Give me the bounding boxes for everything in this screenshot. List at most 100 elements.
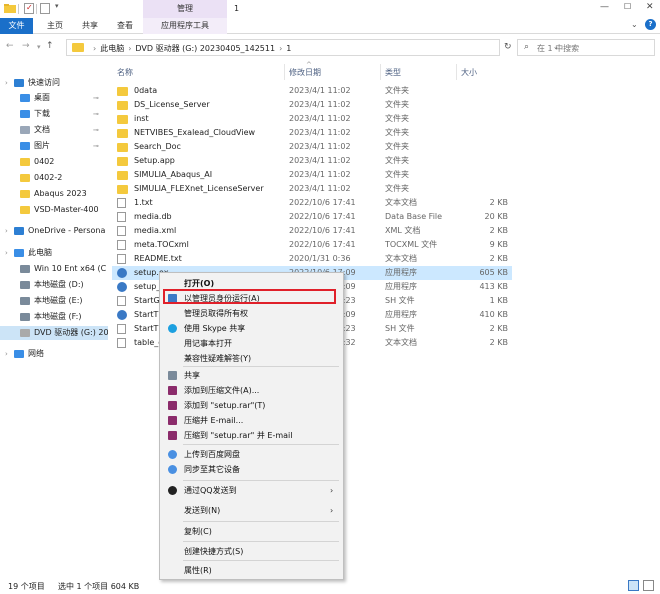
context-menu-item[interactable]: 复制(C): [160, 524, 343, 539]
pin-icon[interactable]: ⊸: [93, 91, 99, 105]
file-type: 应用程序: [385, 268, 417, 277]
pin-icon[interactable]: ⊸: [93, 107, 99, 121]
column-header-name[interactable]: 名称: [117, 67, 133, 78]
context-menu-item[interactable]: 上传到百度网盘: [160, 447, 343, 462]
details-view-icon[interactable]: [628, 580, 639, 591]
sidebar-item[interactable]: DVD 驱动器 (G:) 20: [0, 326, 108, 340]
file-icon: [117, 324, 126, 334]
column-divider[interactable]: [284, 64, 285, 80]
pin-icon[interactable]: ⊸: [93, 123, 99, 137]
chevron-down-icon[interactable]: ⌄: [631, 20, 638, 29]
chevron-right-icon[interactable]: ›: [5, 347, 8, 361]
address-bar[interactable]: › 此电脑 › DVD 驱动器 (G:) 20230405_142511 › 1 ⌄: [66, 39, 559, 56]
sidebar-item[interactable]: 图片 ⊸: [0, 139, 108, 153]
sidebar-item[interactable]: 0402-2: [0, 171, 108, 185]
tab-view[interactable]: 查看: [110, 18, 140, 34]
file-row[interactable]: inst 2023/4/1 11:02 文件夹: [112, 112, 512, 126]
pin-icon[interactable]: ⊸: [93, 139, 99, 153]
column-divider[interactable]: [456, 64, 457, 80]
back-arrow-icon[interactable]: ←: [6, 41, 14, 51]
file-name: 1.txt: [134, 198, 153, 207]
sidebar-item[interactable]: › 网络: [0, 347, 108, 361]
file-row[interactable]: SIMULIA_Abaqus_AI 2023/4/1 11:02 文件夹: [112, 168, 512, 182]
file-row[interactable]: DS_License_Server 2023/4/1 11:02 文件夹: [112, 98, 512, 112]
winrar-icon: [168, 416, 177, 425]
sidebar-item-label: Abaqus 2023: [34, 189, 87, 198]
context-menu-item[interactable]: 共享: [160, 368, 343, 383]
file-row[interactable]: meta.TOCxml 2022/10/6 17:41 TOCXML 文件 9 KB: [112, 238, 512, 252]
sidebar-item[interactable]: Win 10 Ent x64 (C: [0, 262, 108, 276]
breadcrumb-item[interactable]: DVD 驱动器 (G:) 20230405_142511: [135, 44, 275, 53]
drive-icon: [20, 297, 30, 305]
tab-file[interactable]: 文件: [0, 18, 33, 34]
breadcrumb-item[interactable]: 1: [286, 44, 291, 53]
context-menu-item[interactable]: 压缩并 E-mail...: [160, 413, 343, 428]
file-row[interactable]: README.txt 2020/1/31 0:36 文本文档 2 KB: [112, 252, 512, 266]
context-menu-item[interactable]: 同步至其它设备: [160, 462, 343, 477]
context-menu-item[interactable]: 发送到(N) ›: [160, 503, 343, 518]
large-icons-view-icon[interactable]: [643, 580, 654, 591]
sidebar-item[interactable]: › 快速访问: [0, 76, 108, 90]
context-menu-item[interactable]: 添加到压缩文件(A)...: [160, 383, 343, 398]
sidebar-item[interactable]: 本地磁盘 (D:): [0, 278, 108, 292]
forward-arrow-icon[interactable]: →: [22, 41, 30, 51]
column-header-size[interactable]: 大小: [461, 67, 477, 78]
file-icon: [117, 254, 126, 264]
file-row[interactable]: media.xml 2022/10/6 17:41 XML 文档 2 KB: [112, 224, 512, 238]
properties-icon[interactable]: [24, 3, 34, 14]
sidebar-item[interactable]: 文档 ⊸: [0, 123, 108, 137]
column-header-date[interactable]: 修改日期: [289, 67, 321, 78]
context-menu-item[interactable]: 用记事本打开: [160, 336, 343, 351]
sidebar-item[interactable]: › 此电脑: [0, 246, 108, 260]
maximize-icon[interactable]: ☐: [624, 2, 631, 11]
file-row[interactable]: Search_Doc 2023/4/1 11:02 文件夹: [112, 140, 512, 154]
quick-access-folder-icon[interactable]: [4, 3, 16, 14]
context-menu-item[interactable]: 使用 Skype 共享: [160, 321, 343, 336]
column-divider[interactable]: [380, 64, 381, 80]
new-folder-icon[interactable]: [40, 3, 50, 14]
file-row[interactable]: media.db 2022/10/6 17:41 Data Base File 20 …: [112, 210, 512, 224]
up-arrow-icon[interactable]: ↑: [46, 41, 54, 51]
sidebar-item[interactable]: 下载 ⊸: [0, 107, 108, 121]
close-icon[interactable]: ✕: [646, 2, 654, 12]
context-menu-item[interactable]: 属性(R): [160, 563, 343, 578]
sidebar-item[interactable]: 本地磁盘 (F:): [0, 310, 108, 324]
chevron-right-icon[interactable]: ›: [5, 246, 8, 260]
chevron-right-icon[interactable]: ›: [5, 224, 8, 238]
help-icon[interactable]: ?: [645, 19, 656, 30]
breadcrumb-item[interactable]: 此电脑: [100, 44, 124, 53]
context-menu-item[interactable]: 创建快捷方式(S): [160, 544, 343, 559]
minimize-icon[interactable]: —: [600, 2, 609, 12]
column-header-type[interactable]: 类型: [385, 67, 401, 78]
sidebar-item[interactable]: 0402: [0, 155, 108, 169]
file-date: 2022/10/6 17:41: [289, 226, 356, 235]
sidebar-item[interactable]: 桌面 ⊸: [0, 91, 108, 105]
context-menu-item[interactable]: 压缩到 "setup.rar" 并 E-mail: [160, 428, 343, 443]
sidebar-item[interactable]: Abaqus 2023: [0, 187, 108, 201]
computer-icon: [14, 249, 24, 257]
chevron-right-icon[interactable]: ›: [5, 76, 8, 90]
context-menu-item[interactable]: 管理员取得所有权: [160, 306, 343, 321]
file-row[interactable]: 1.txt 2022/10/6 17:41 文本文档 2 KB: [112, 196, 512, 210]
refresh-icon[interactable]: ↻: [504, 42, 512, 52]
file-row[interactable]: 0data 2023/4/1 11:02 文件夹: [112, 84, 512, 98]
tab-home[interactable]: 主页: [39, 18, 71, 34]
tab-share[interactable]: 共享: [75, 18, 105, 34]
chevron-down-icon[interactable]: ▾: [37, 43, 41, 51]
file-row[interactable]: NETVIBES_Exalead_CloudView 2023/4/1 11:02…: [112, 126, 512, 140]
file-type: XML 文档: [385, 226, 421, 235]
file-type: TOCXML 文件: [385, 240, 438, 249]
file-row[interactable]: SIMULIA_FLEXnet_LicenseServer 2023/4/1 11…: [112, 182, 512, 196]
context-menu-item[interactable]: 添加到 "setup.rar"(T): [160, 398, 343, 413]
search-input[interactable]: ⌕ 在 1 中搜索: [517, 39, 655, 56]
context-menu-item[interactable]: 兼容性疑难解答(Y): [160, 351, 343, 366]
context-menu-item[interactable]: 通过QQ发送到 ›: [160, 483, 343, 498]
tab-application-tools[interactable]: 应用程序工具: [143, 18, 227, 34]
sidebar-item-label: 下载: [34, 109, 50, 118]
file-row[interactable]: Setup.app 2023/4/1 11:02 文件夹: [112, 154, 512, 168]
breadcrumb[interactable]: › 此电脑 › DVD 驱动器 (G:) 20230405_142511 › 1: [89, 43, 291, 54]
sidebar-item[interactable]: VSD-Master-400: [0, 203, 108, 217]
chevron-down-icon[interactable]: ▾: [55, 2, 59, 10]
sidebar-item[interactable]: › OneDrive - Persona: [0, 224, 108, 238]
sidebar-item[interactable]: 本地磁盘 (E:): [0, 294, 108, 308]
